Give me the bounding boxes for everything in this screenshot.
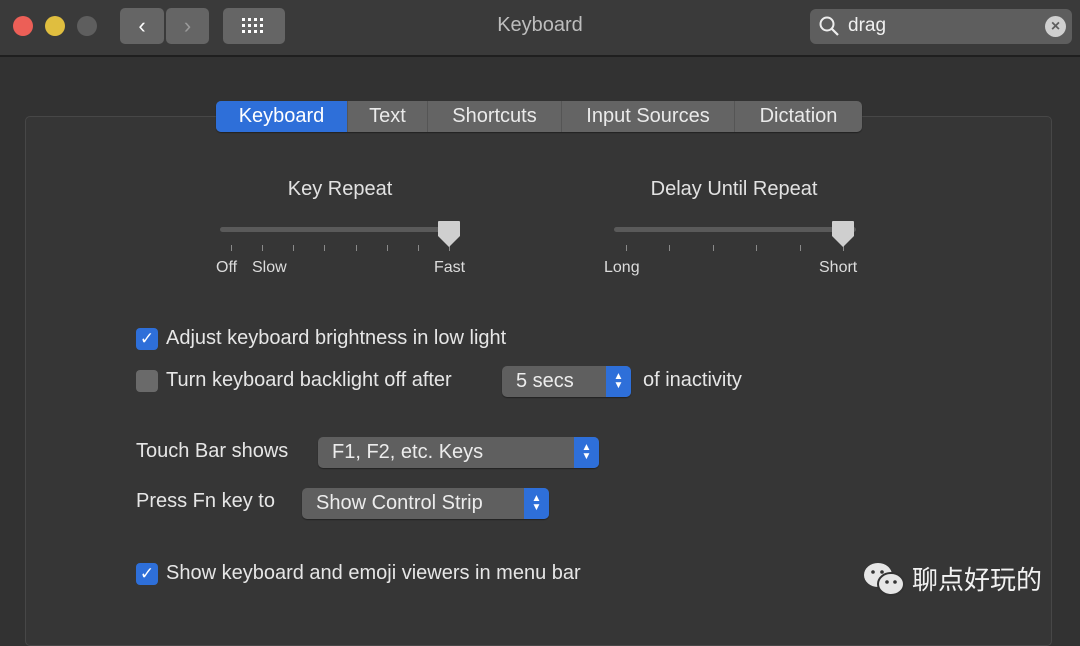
key-repeat-tick [293,245,295,251]
delay-until-repeat-slider-thumb[interactable] [831,220,855,248]
clear-search-icon[interactable]: × [1045,16,1066,37]
delay-tick [756,245,758,251]
watermark-text: 聊点好玩的 [912,565,1043,595]
tab-input-sources[interactable]: Input Sources [562,101,735,132]
key-repeat-off-label: Off [216,259,238,276]
key-repeat-slider-thumb[interactable] [437,220,461,248]
delay-until-repeat-title: Delay Until Repeat [650,178,818,200]
chevron-up-down-icon: ▲ ▼ [524,488,549,519]
backlight-off-checkbox[interactable] [136,370,158,392]
inactivity-label: of inactivity [643,369,742,391]
touch-bar-value: F1, F2, etc. Keys [332,441,484,463]
fn-key-label: Press Fn key to [136,490,275,512]
show-viewers-label: Show keyboard and emoji viewers in menu … [166,562,581,584]
delay-tick [799,245,801,251]
key-repeat-tick [324,245,326,251]
search-field[interactable]: drag × [810,9,1072,44]
delay-tick [712,245,714,251]
adjust-brightness-label: Adjust keyboard brightness in low light [166,327,507,349]
delay-short-label: Short [819,259,858,276]
key-repeat-tick [262,245,264,251]
key-repeat-title: Key Repeat [287,178,393,200]
delay-tick [626,245,627,251]
key-repeat-tick [231,245,232,251]
chevron-up-down-icon: ▲ ▼ [574,437,599,468]
watermark: 聊点好玩的 [862,560,1042,597]
key-repeat-slider[interactable] [220,227,460,232]
checkmark-icon: ✓ [139,329,155,348]
chevron-up-down-icon: ▲ ▼ [606,366,631,397]
tab-shortcuts[interactable]: Shortcuts [428,101,562,132]
fn-key-popup[interactable]: Show Control Strip ▲ ▼ [302,488,549,519]
show-viewers-checkbox[interactable]: ✓ [136,563,158,585]
search-input[interactable]: drag [848,15,886,37]
tab-dictation[interactable]: Dictation [735,101,862,132]
search-icon [819,16,839,36]
tab-text[interactable]: Text [348,101,428,132]
delay-until-repeat-slider[interactable] [614,227,856,232]
key-repeat-fast-label: Fast [434,259,466,276]
key-repeat-tick [386,245,388,251]
key-repeat-tick [355,245,357,251]
backlight-off-label: Turn keyboard backlight off after [166,369,452,391]
title-bar: ‹ › Keyboard drag × [0,0,1080,57]
fn-key-value: Show Control Strip [316,492,483,514]
checkmark-icon: ✓ [139,564,155,583]
backlight-timeout-popup[interactable]: 5 secs ▲ ▼ [502,366,631,397]
delay-long-label: Long [604,259,640,276]
delay-tick [669,245,671,251]
tab-keyboard[interactable]: Keyboard [216,101,348,132]
backlight-timeout-value: 5 secs [516,370,574,392]
touch-bar-popup[interactable]: F1, F2, etc. Keys ▲ ▼ [318,437,599,468]
tab-bar: Keyboard Text Shortcuts Input Sources Di… [216,101,862,132]
key-repeat-slow-label: Slow [252,259,287,276]
adjust-brightness-checkbox[interactable]: ✓ [136,328,158,350]
touch-bar-label: Touch Bar shows [136,440,289,462]
key-repeat-tick [417,245,419,251]
wechat-icon [864,562,905,596]
